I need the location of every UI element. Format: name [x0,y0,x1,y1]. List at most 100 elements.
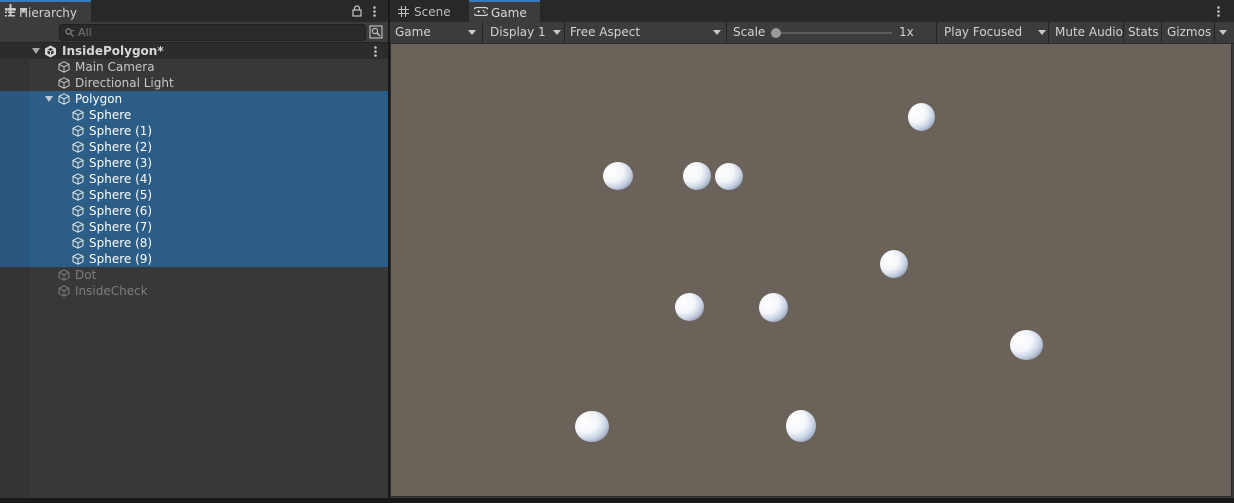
bottom-status-bar [0,498,1234,503]
hierarchy-menu-icon[interactable] [373,6,376,17]
selection-gutter [0,219,29,235]
chevron-down-icon [20,8,27,13]
hierarchy-item-polygon[interactable]: Polygon [0,91,388,107]
hierarchy-item-sphere-8[interactable]: Sphere (8) [0,235,388,251]
gameobject-cube-icon [58,285,70,297]
add-button[interactable] [2,1,32,18]
tab-game-label: Game [491,6,527,20]
gameobject-cube-icon [72,141,84,153]
chevron-down-icon [1038,30,1046,35]
scene-name: InsidePolygon* [62,44,164,58]
hierarchy-item-sphere-2[interactable]: Sphere (2) [0,139,388,155]
hierarchy-item-label: Sphere (5) [89,188,153,202]
stats-toggle[interactable]: Stats [1124,22,1162,43]
hierarchy-item-label: Sphere (6) [89,204,153,218]
play-mode-value: Play Focused [944,25,1023,39]
aspect-dropdown[interactable]: Free Aspect [565,22,727,43]
search-input[interactable] [78,25,358,40]
mute-audio-toggle[interactable]: Mute Audio [1049,22,1124,43]
hierarchy-item-label: Sphere (4) [89,172,153,186]
hierarchy-item-sphere-3[interactable]: Sphere (3) [0,155,388,171]
chevron-down-icon [553,30,561,35]
hierarchy-item-label: Polygon [75,92,123,106]
selection-gutter [0,123,29,139]
selection-gutter [0,187,29,203]
scene-menu-icon[interactable] [374,46,377,57]
tab-game[interactable]: Game [469,0,540,22]
selection-gutter [0,171,29,187]
hierarchy-item-label: Sphere (9) [89,252,153,266]
gizmos-label: Gizmos [1167,25,1212,39]
gameobject-cube-icon [58,269,70,281]
lock-icon[interactable] [352,5,362,17]
hierarchy-item-label: Sphere (3) [89,156,153,170]
gameobject-cube-icon [72,173,84,185]
gizmos-toggle[interactable]: Gizmos [1162,22,1214,43]
hierarchy-item-label: Sphere [89,108,132,122]
gizmos-dropdown[interactable] [1214,22,1232,43]
gameobject-cube-icon [72,189,84,201]
hierarchy-item-label: Sphere (8) [89,236,153,250]
expand-arrow-icon[interactable] [45,96,53,102]
hierarchy-item-directional-light[interactable]: Directional Light [0,75,388,91]
gameobject-cube-icon [72,237,84,249]
hierarchy-item-dot[interactable]: Dot [0,267,388,283]
hierarchy-search[interactable] [59,24,366,41]
hierarchy-item-sphere-1[interactable]: Sphere (1) [0,123,388,139]
scale-slider-track[interactable] [775,32,892,34]
chevron-down-icon [713,30,721,35]
hierarchy-item-label: Main Camera [75,60,155,74]
viewport-frame [390,43,1232,497]
selection-gutter [0,91,29,107]
scene-filter-icon[interactable] [369,25,383,39]
selection-gutter [0,107,29,123]
stats-label: Stats [1128,25,1159,39]
hierarchy-item-label: Sphere (7) [89,220,153,234]
scale-control: Scale 1x [727,22,937,43]
hierarchy-item-main-camera[interactable]: Main Camera [0,59,388,75]
plus-icon [5,4,16,15]
game-menu-icon[interactable] [1217,6,1220,17]
search-icon [65,28,75,37]
gameobject-cube-icon [72,205,84,217]
scale-slider-handle[interactable] [771,28,781,38]
hierarchy-item-inside-check[interactable]: InsideCheck [0,283,388,299]
hierarchy-item-sphere-9[interactable]: Sphere (9) [0,251,388,267]
gameobject-cube-icon [58,77,70,89]
tab-scene-label: Scene [414,5,451,19]
selection-gutter [0,139,29,155]
play-mode-dropdown[interactable]: Play Focused [937,22,1049,43]
gameobject-cube-icon [72,221,84,233]
gameobject-cube-icon [58,61,70,73]
gamepad-icon [474,7,488,16]
hierarchy-item-label: Sphere (2) [89,140,153,154]
hierarchy-item-sphere-5[interactable]: Sphere (5) [0,187,388,203]
display-dropdown[interactable]: Display 1 [483,22,565,43]
hierarchy-item-sphere[interactable]: Sphere [0,107,388,123]
expand-arrow-icon[interactable] [32,48,40,54]
hierarchy-item-label: Dot [75,268,97,282]
gameobject-cube-icon [72,253,84,265]
view-mode-dropdown[interactable]: Game [390,22,483,43]
display-value: Display 1 [490,25,546,39]
scale-label: Scale [733,25,766,39]
scene-root-row[interactable]: InsidePolygon* [0,43,388,59]
tab-scene[interactable]: Scene [392,2,464,22]
gameobject-cube-icon [72,109,84,121]
aspect-value: Free Aspect [570,25,641,39]
hierarchy-item-sphere-6[interactable]: Sphere (6) [0,203,388,219]
gameobject-cube-icon [72,125,84,137]
unity-scene-icon [45,45,56,58]
grid-icon [398,6,409,17]
hierarchy-item-label: InsideCheck [75,284,148,298]
mute-audio-label: Mute Audio [1055,25,1123,39]
hierarchy-item-sphere-4[interactable]: Sphere (4) [0,171,388,187]
scale-value: 1x [899,25,914,39]
selection-gutter [0,155,29,171]
gameobject-cube-icon [72,157,84,169]
chevron-down-icon [1219,30,1227,35]
hierarchy-item-sphere-7[interactable]: Sphere (7) [0,219,388,235]
view-mode-value: Game [395,25,431,39]
hierarchy-item-label: Sphere (1) [89,124,153,138]
selection-gutter [0,251,29,267]
